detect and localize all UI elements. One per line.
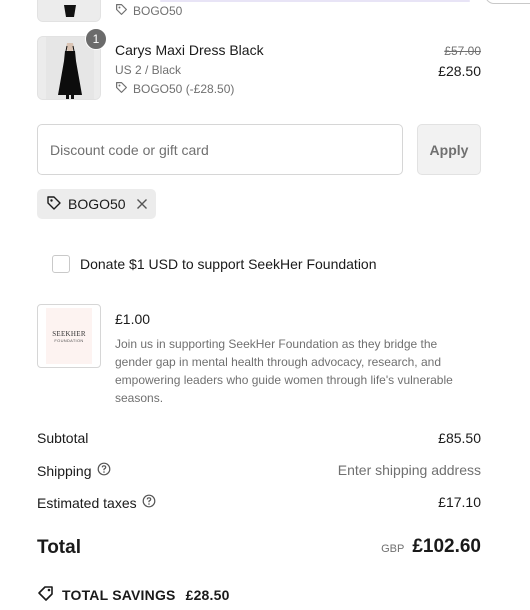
taxes-value: £17.10 [438,494,481,510]
apply-button[interactable]: Apply [417,124,481,175]
discount-code-input[interactable] [37,124,403,175]
total-value: £102.60 [412,536,481,557]
price-final: £28.50 [438,63,481,79]
taxes-label: Estimated taxes [37,494,137,511]
savings-label: TOTAL SAVINGS [62,586,176,603]
savings-value: £28.50 [185,586,230,603]
line-item: 1 Carys Maxi Dress Black US 2 / Black BO… [37,28,481,100]
total-row: Total GBP £102.60 [37,536,481,562]
logo-text: SEEKHER [52,329,86,338]
close-icon[interactable] [136,198,148,210]
item-discount-label: BOGO50 (-£28.50) [133,82,235,96]
shipping-value: Enter shipping address [337,462,481,478]
help-icon[interactable] [142,494,156,511]
product-thumbnail [37,0,101,22]
applied-discount-chip: BOGO50 [37,189,156,219]
item-discount: BOGO50 (-£28.50) [115,81,234,97]
help-icon[interactable] [97,462,111,479]
quantity-badge: 1 [85,28,107,50]
total-label: Total [37,537,81,558]
logo-subtext: FOUNDATION [54,337,84,343]
price-original: £57.00 [444,44,481,58]
tag-icon [115,3,128,19]
applied-code-label: BOGO50 [68,196,126,212]
donation-checkbox-label[interactable]: Donate $1 USD to support SeekHer Foundat… [80,256,377,272]
taxes-row: Estimated taxes £17.10 [37,494,481,514]
item-discount-label: BOGO50 [133,4,183,18]
foundation-logo: SEEKHER FOUNDATION [37,304,101,368]
shipping-row: Shipping Enter shipping address [37,462,481,482]
subtotal-row: Subtotal £85.50 [37,430,481,450]
subtotal-label: Subtotal [37,430,89,446]
currency-code: GBP [381,543,405,555]
donation-description: Join us in supporting SeekHer Foundation… [115,337,453,405]
donation-checkbox[interactable] [52,255,70,273]
savings-tag-icon [37,584,55,605]
total-savings: TOTAL SAVINGS £28.50 [37,584,230,605]
header-pill [485,0,530,4]
donation-option: Donate $1 USD to support SeekHer Foundat… [52,255,377,273]
tag-icon [46,195,62,214]
line-item-partial: BOGO50 [37,0,481,22]
item-variant: US 2 / Black [115,63,182,77]
donation-amount: £1.00 [115,311,151,327]
item-name: Carys Maxi Dress Black [115,42,264,58]
item-discount: BOGO50 [115,3,182,19]
shipping-label: Shipping [37,462,92,479]
subtotal-value: £85.50 [438,430,481,446]
tag-icon [115,81,128,97]
